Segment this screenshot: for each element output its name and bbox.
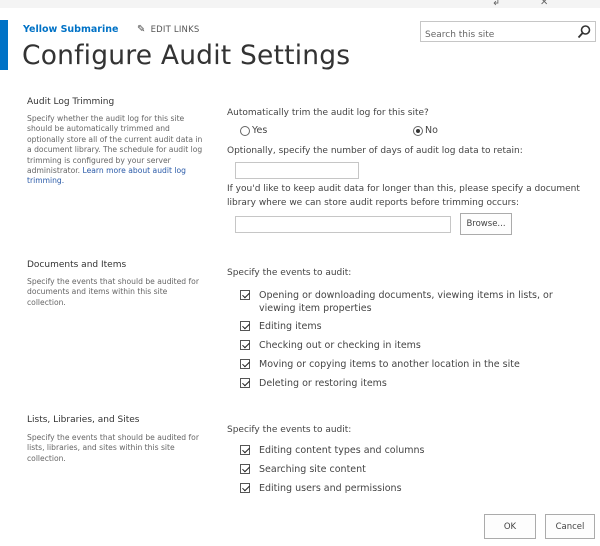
lists-events-label: Specify the events to audit: <box>227 425 352 435</box>
section-heading-audit-log-trimming: Audit Log Trimming <box>27 97 115 107</box>
checkbox-open-download[interactable] <box>240 290 250 300</box>
radio-yes-label: Yes <box>252 125 268 136</box>
ok-button[interactable]: OK <box>484 514 536 539</box>
section-description-lists-libraries-sites: Specify the events that should be audite… <box>27 433 199 463</box>
radio-no-label: No <box>425 125 438 136</box>
checkbox-editing-items[interactable] <box>240 321 250 331</box>
checkbox-search-content-label: Searching site content <box>259 464 366 475</box>
checkbox-move-copy-label: Moving or copying items to another locat… <box>259 359 520 370</box>
search-input[interactable] <box>421 25 569 45</box>
checkbox-move-copy[interactable] <box>240 359 250 369</box>
radio-option-no[interactable]: No <box>413 125 438 136</box>
checkbox-row-search-content[interactable]: Searching site content <box>240 463 366 476</box>
section-description-audit-log-trimming: Specify whether the audit log for this s… <box>27 114 207 187</box>
search-box <box>420 21 596 45</box>
edit-links-label: EDIT LINKS <box>150 25 200 35</box>
checkbox-row-check-out-in[interactable]: Checking out or checking in items <box>240 339 421 352</box>
checkbox-check-out-in-label: Checking out or checking in items <box>259 340 421 351</box>
checkbox-users-permissions-label: Editing users and permissions <box>259 483 402 494</box>
cancel-button[interactable]: Cancel <box>545 514 595 539</box>
checkbox-open-download-label: Opening or downloading documents, viewin… <box>259 290 553 314</box>
checkbox-check-out-in[interactable] <box>240 340 250 350</box>
radio-no[interactable] <box>413 125 423 136</box>
checkbox-editing-items-label: Editing items <box>259 321 322 332</box>
checkbox-row-move-copy[interactable]: Moving or copying items to another locat… <box>240 358 520 371</box>
library-label-line-1: If you'd like to keep audit data for lon… <box>227 184 580 194</box>
documents-events-label: Specify the events to audit: <box>227 268 352 278</box>
checkbox-users-permissions[interactable] <box>240 483 250 493</box>
follow-icon[interactable]: ↲ <box>492 0 500 8</box>
checkbox-row-content-types[interactable]: Editing content types and columns <box>240 444 425 457</box>
site-title-link[interactable]: Yellow Submarine <box>23 24 118 35</box>
radio-yes[interactable] <box>240 125 250 136</box>
browse-button[interactable]: Browse... <box>460 213 512 235</box>
page-title: Configure Audit Settings <box>22 40 351 71</box>
accent-bar <box>0 20 8 70</box>
retention-days-input[interactable] <box>235 162 359 179</box>
checkbox-content-types-label: Editing content types and columns <box>259 445 425 456</box>
checkbox-row-editing-items[interactable]: Editing items <box>240 320 322 333</box>
checkbox-delete-restore-label: Deleting or restoring items <box>259 378 387 389</box>
checkbox-row-users-permissions[interactable]: Editing users and permissions <box>240 482 402 495</box>
section-heading-lists-libraries-sites: Lists, Libraries, and Sites <box>27 415 140 425</box>
radio-option-yes[interactable]: Yes <box>240 125 267 136</box>
checkbox-row-delete-restore[interactable]: Deleting or restoring items <box>240 377 387 390</box>
retention-days-label: Optionally, specify the number of days o… <box>227 146 523 156</box>
library-label-line-2: library where we can store audit reports… <box>227 198 519 208</box>
document-library-input[interactable] <box>235 216 451 233</box>
pencil-icon: ✎ <box>137 24 146 35</box>
top-strip: ↲ ✕ <box>0 0 600 8</box>
checkbox-search-content[interactable] <box>240 464 250 474</box>
auto-trim-question: Automatically trim the audit log for thi… <box>227 108 429 118</box>
checkbox-content-types[interactable] <box>240 445 250 455</box>
checkbox-row-open-download[interactable]: Opening or downloading documents, viewin… <box>240 289 578 315</box>
section-description-documents-and-items: Specify the events that should be audite… <box>27 277 199 307</box>
checkbox-delete-restore[interactable] <box>240 378 250 388</box>
search-icon[interactable] <box>576 24 592 40</box>
section-heading-documents-and-items: Documents and Items <box>27 260 127 270</box>
edit-links-button[interactable]: ✎ EDIT LINKS <box>137 24 199 35</box>
close-icon[interactable]: ✕ <box>540 0 548 8</box>
